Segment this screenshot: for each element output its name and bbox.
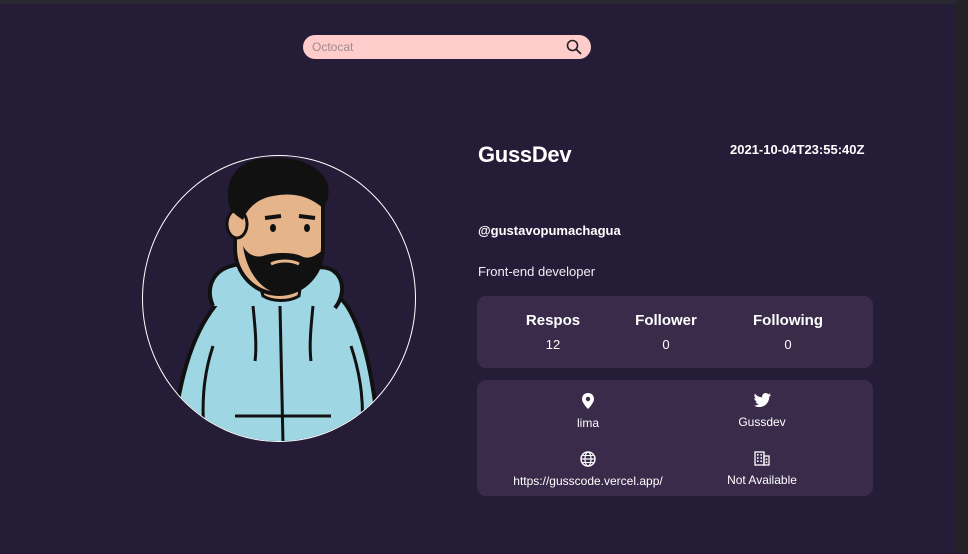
twitter-text: Gussdev [738,415,786,429]
joined-date: 2021-10-04T23:55:40Z [730,142,865,157]
stat-value: 12 [545,337,561,352]
location-pin-icon [582,393,594,409]
info-website: https://gusscode.vercel.app/ [488,451,688,488]
search-bar [303,35,591,59]
profile-login: @gustavopumachagua [478,223,621,238]
stat-label: Follower [635,312,697,329]
twitter-icon [753,393,771,407]
company-text: Not Available [727,473,797,487]
stat-value: 0 [784,337,792,352]
search-input[interactable] [312,37,562,57]
stat-value: 0 [662,337,670,352]
profile-bio: Front-end developer [478,264,596,279]
stat-following: Following 0 [733,312,843,352]
location-text: lima [576,416,599,430]
avatar-illustration [171,157,381,441]
info-twitter: Gussdev [662,393,862,429]
info-company: Not Available [662,451,862,487]
profile-name: GussDev [478,142,572,167]
info-location: lima [488,393,688,430]
building-icon [754,451,770,466]
window-scrollbar-track[interactable] [956,0,968,554]
stats-card: Respos 12 Follower 0 Following 0 [477,296,873,368]
stat-label: Following [753,312,823,329]
website-link[interactable]: https://gusscode.vercel.app/ [488,474,688,488]
search-icon[interactable] [566,39,582,55]
avatar [142,155,416,442]
globe-icon [580,451,596,467]
profile-page: GussDev 2021-10-04T23:55:40Z @gustavopum… [0,4,956,554]
stat-label: Respos [525,312,581,329]
stat-repos: Respos 12 [498,312,608,352]
info-card: lima Gussdev https://gusscode.vercel.app… [477,380,873,496]
stat-followers: Follower 0 [611,312,721,352]
